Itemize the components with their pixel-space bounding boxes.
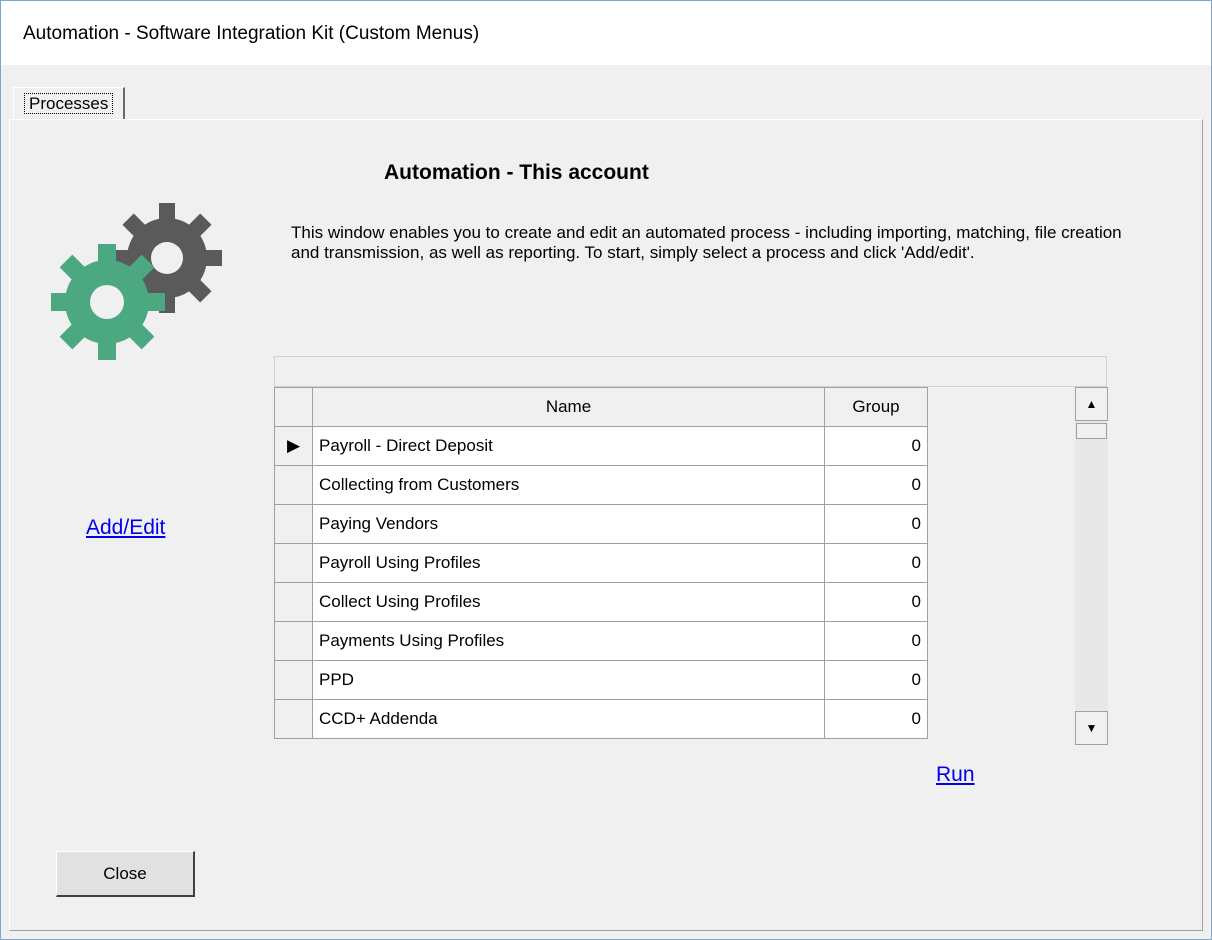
- cell-group[interactable]: 0: [824, 660, 928, 700]
- scroll-thumb[interactable]: [1076, 423, 1107, 439]
- gears-icon: [51, 203, 222, 360]
- title-bar: Automation - Software Integration Kit (C…: [1, 1, 1211, 65]
- cell-group[interactable]: 0: [824, 504, 928, 544]
- scroll-down-icon[interactable]: ▼: [1075, 711, 1108, 745]
- cell-name[interactable]: PPD: [312, 660, 825, 700]
- grid-top-bar: [274, 356, 1107, 387]
- window-title: Automation - Software Integration Kit (C…: [23, 23, 480, 44]
- row-header: [274, 543, 313, 583]
- cell-group[interactable]: 0: [824, 426, 928, 466]
- row-header: [274, 660, 313, 700]
- grid-body: Name Group ▶ Payroll - Direct Deposit 0 …: [274, 387, 1107, 746]
- column-header-name[interactable]: Name: [312, 387, 825, 427]
- tab-processes[interactable]: Processes: [13, 87, 126, 121]
- cell-name[interactable]: Payroll Using Profiles: [312, 543, 825, 583]
- column-header-group[interactable]: Group: [824, 387, 928, 427]
- table-row[interactable]: Payments Using Profiles 0: [274, 621, 928, 661]
- cell-name[interactable]: Payroll - Direct Deposit: [312, 426, 825, 466]
- table-row[interactable]: Collect Using Profiles 0: [274, 582, 928, 622]
- cell-group[interactable]: 0: [824, 543, 928, 583]
- row-header: [274, 465, 313, 505]
- cell-name[interactable]: Collect Using Profiles: [312, 582, 825, 622]
- grid-scrollbar[interactable]: ▲ ▼: [1075, 387, 1108, 745]
- automation-window: Automation - Software Integration Kit (C…: [0, 0, 1212, 940]
- cell-name[interactable]: CCD+ Addenda: [312, 699, 825, 739]
- row-header: [274, 582, 313, 622]
- run-link[interactable]: Run: [936, 763, 975, 787]
- cell-group[interactable]: 0: [824, 621, 928, 661]
- add-edit-link[interactable]: Add/Edit: [86, 516, 165, 540]
- processes-table: Name Group ▶ Payroll - Direct Deposit 0 …: [274, 387, 928, 739]
- page-description: This window enables you to create and ed…: [291, 223, 1122, 262]
- row-header: [274, 504, 313, 544]
- tab-processes-label: Processes: [24, 93, 114, 114]
- close-button[interactable]: Close: [56, 851, 195, 897]
- cell-group[interactable]: 0: [824, 465, 928, 505]
- table-row[interactable]: ▶ Payroll - Direct Deposit 0: [274, 426, 928, 466]
- table-row[interactable]: Paying Vendors 0: [274, 504, 928, 544]
- cell-group[interactable]: 0: [824, 699, 928, 739]
- table-row[interactable]: Payroll Using Profiles 0: [274, 543, 928, 583]
- scroll-up-icon[interactable]: ▲: [1075, 387, 1108, 421]
- table-header-row: Name Group: [274, 387, 928, 427]
- table-row[interactable]: Collecting from Customers 0: [274, 465, 928, 505]
- cell-name[interactable]: Collecting from Customers: [312, 465, 825, 505]
- cell-name[interactable]: Paying Vendors: [312, 504, 825, 544]
- row-header-corner: [274, 387, 313, 427]
- page-heading: Automation - This account: [384, 161, 649, 184]
- row-pointer-icon: ▶: [274, 426, 313, 466]
- table-row[interactable]: CCD+ Addenda 0: [274, 699, 928, 739]
- table-row[interactable]: PPD 0: [274, 660, 928, 700]
- cell-group[interactable]: 0: [824, 582, 928, 622]
- processes-grid: Name Group ▶ Payroll - Direct Deposit 0 …: [274, 356, 1107, 746]
- row-header: [274, 621, 313, 661]
- cell-name[interactable]: Payments Using Profiles: [312, 621, 825, 661]
- row-header: [274, 699, 313, 739]
